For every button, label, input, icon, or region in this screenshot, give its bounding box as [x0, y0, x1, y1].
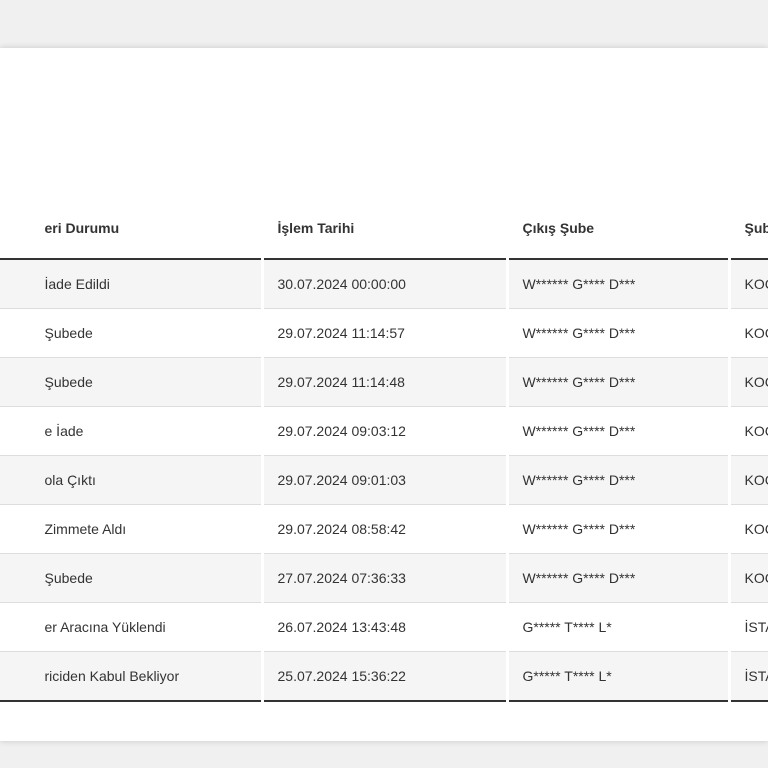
cell-status: e İade — [0, 406, 264, 456]
cell-status: Şubede — [0, 357, 264, 407]
cell-branch-out: W****** G**** D*** — [507, 455, 731, 505]
header-branch: Şub — [729, 198, 768, 260]
header-status: eri Durumu — [0, 198, 264, 260]
header-status-label: eri Durumu — [44, 220, 120, 236]
cell-date: 29.07.2024 11:14:48 — [262, 357, 509, 407]
table-row: e İade 29.07.2024 09:03:12 W****** G****… — [0, 406, 768, 456]
status-text: İade Edildi — [44, 276, 110, 292]
cell-branch: KOC — [729, 406, 768, 456]
cell-branch-out: W****** G**** D*** — [507, 308, 731, 358]
cell-branch: KOC — [729, 259, 768, 309]
cell-date: 30.07.2024 00:00:00 — [262, 259, 509, 309]
table-row: riciden Kabul Bekliyor 25.07.2024 15:36:… — [0, 651, 768, 702]
header-date: İşlem Tarihi — [262, 198, 509, 260]
cell-status: riciden Kabul Bekliyor — [0, 651, 264, 702]
cell-date: 29.07.2024 11:14:57 — [262, 308, 509, 358]
status-text: e İade — [44, 423, 84, 439]
cell-status: Şubede — [0, 308, 264, 358]
cell-date: 29.07.2024 09:03:12 — [262, 406, 509, 456]
cell-status: Zimmete Aldı — [0, 504, 264, 554]
table-row: Şubede 27.07.2024 07:36:33 W****** G****… — [0, 553, 768, 603]
cell-branch: İSTA — [729, 651, 768, 702]
cell-branch-out: W****** G**** D*** — [507, 406, 731, 456]
cell-status: er Aracına Yüklendi — [0, 602, 264, 652]
cell-branch-out: G***** T**** L* — [507, 651, 731, 702]
page: eri Durumu İşlem Tarihi Çıkış Şube Şub İ… — [0, 0, 768, 768]
cell-branch-out: G***** T**** L* — [507, 602, 731, 652]
table-row: Şubede 29.07.2024 11:14:48 W****** G****… — [0, 357, 768, 407]
status-text: Şubede — [44, 570, 93, 586]
shipment-history-table-wrap: eri Durumu İşlem Tarihi Çıkış Şube Şub İ… — [0, 198, 768, 702]
table-row: İade Edildi 30.07.2024 00:00:00 W****** … — [0, 259, 768, 309]
status-text: riciden Kabul Bekliyor — [44, 668, 180, 684]
cell-date: 25.07.2024 15:36:22 — [262, 651, 509, 702]
table-header-row: eri Durumu İşlem Tarihi Çıkış Şube Şub — [0, 198, 768, 260]
table-row: Şubede 29.07.2024 11:14:57 W****** G****… — [0, 308, 768, 358]
cell-branch: KOC — [729, 553, 768, 603]
cell-status: ola Çıktı — [0, 455, 264, 505]
cell-branch-out: W****** G**** D*** — [507, 357, 731, 407]
cell-date: 26.07.2024 13:43:48 — [262, 602, 509, 652]
cell-branch: KOC — [729, 308, 768, 358]
shipment-history-table: eri Durumu İşlem Tarihi Çıkış Şube Şub İ… — [0, 198, 768, 702]
cell-branch-out: W****** G**** D*** — [507, 259, 731, 309]
status-text: ola Çıktı — [44, 472, 96, 488]
status-text: Şubede — [44, 325, 93, 341]
cell-status: İade Edildi — [0, 259, 264, 309]
cell-date: 27.07.2024 07:36:33 — [262, 553, 509, 603]
cell-branch: KOC — [729, 357, 768, 407]
table-row: Zimmete Aldı 29.07.2024 08:58:42 W******… — [0, 504, 768, 554]
cell-branch-out: W****** G**** D*** — [507, 504, 731, 554]
cell-branch-out: W****** G**** D*** — [507, 553, 731, 603]
cell-date: 29.07.2024 08:58:42 — [262, 504, 509, 554]
table-row: er Aracına Yüklendi 26.07.2024 13:43:48 … — [0, 602, 768, 652]
status-text: Zimmete Aldı — [44, 521, 127, 537]
cell-date: 29.07.2024 09:01:03 — [262, 455, 509, 505]
cell-branch: İSTA — [729, 602, 768, 652]
table-row: ola Çıktı 29.07.2024 09:01:03 W****** G*… — [0, 455, 768, 505]
cell-branch: KOC — [729, 455, 768, 505]
cell-status: Şubede — [0, 553, 264, 603]
shipment-history-card: eri Durumu İşlem Tarihi Çıkış Şube Şub İ… — [0, 48, 768, 741]
status-text: er Aracına Yüklendi — [44, 619, 166, 635]
cell-branch: KOC — [729, 504, 768, 554]
header-branch-out: Çıkış Şube — [507, 198, 731, 260]
status-text: Şubede — [44, 374, 93, 390]
